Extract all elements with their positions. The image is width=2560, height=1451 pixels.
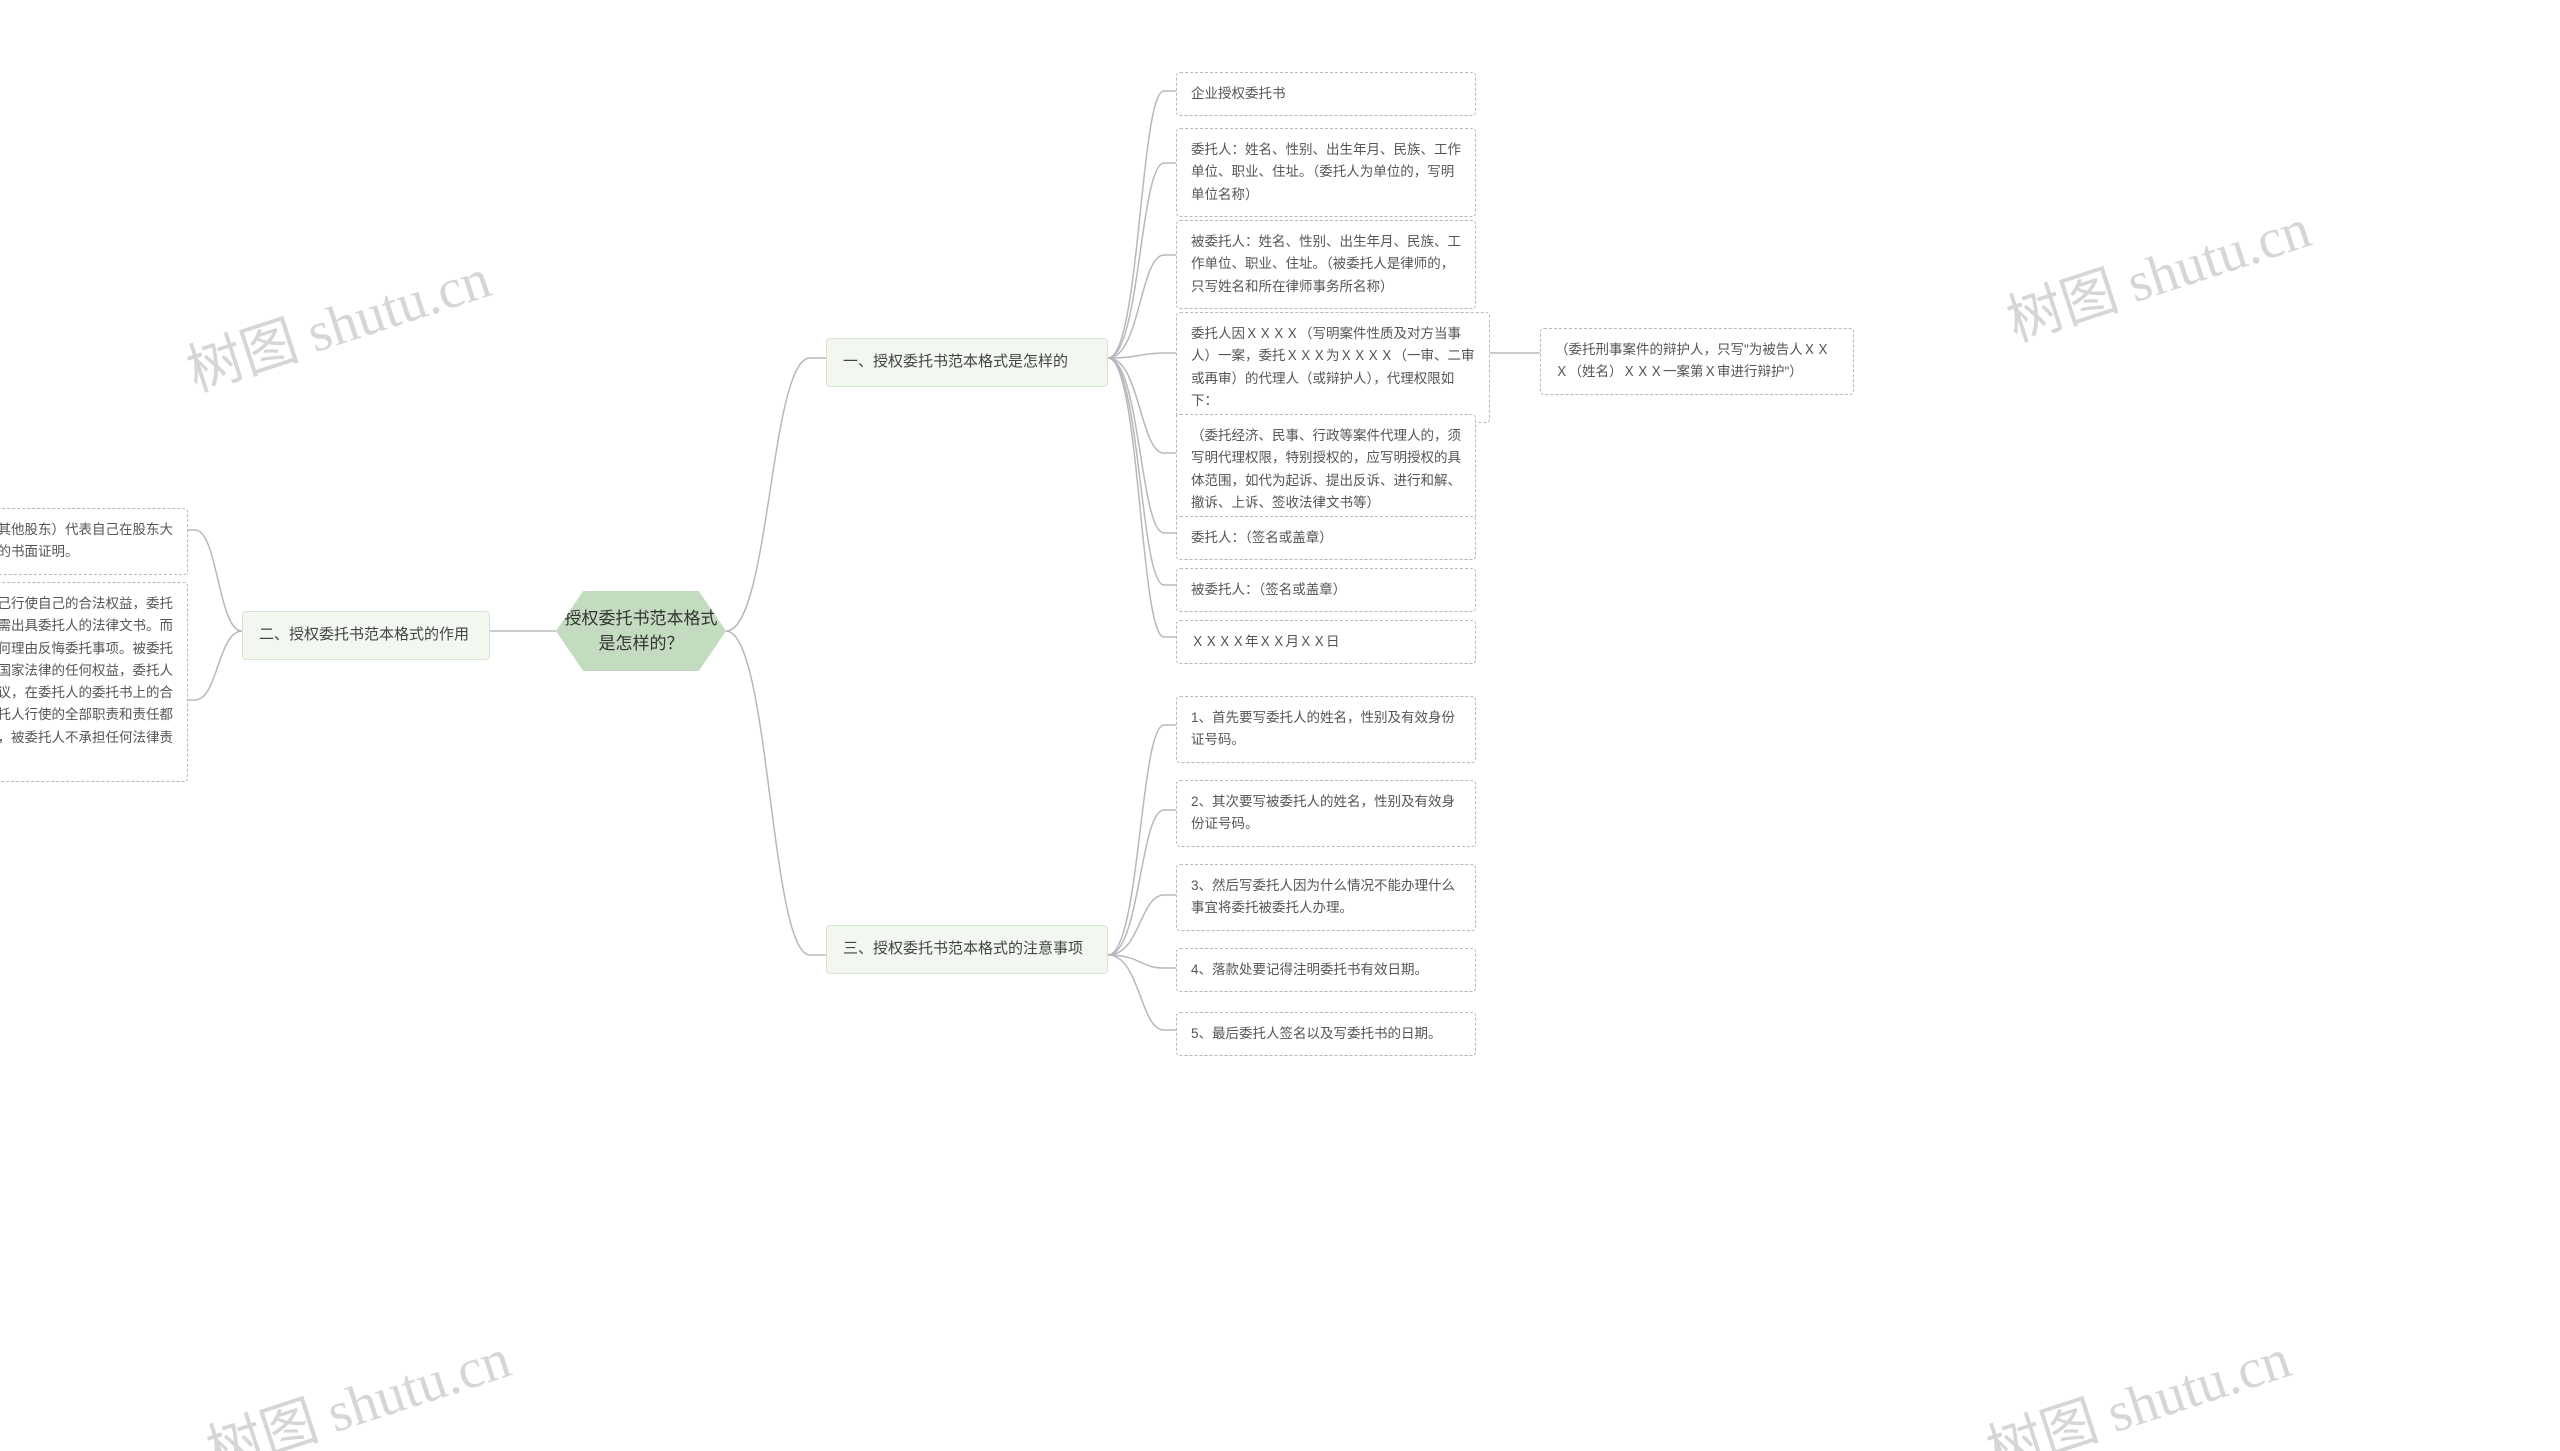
leaf-node[interactable]: 1、首先要写委托人的姓名，性别及有效身份证号码。	[1176, 696, 1476, 763]
watermark: 树图 shutu.cn	[175, 233, 499, 407]
watermark: 树图 shutu.cn	[1975, 1313, 2299, 1451]
leaf-node[interactable]: 股东委托他人（其他股东）代表自己在股东大会上行使投票权的书面证明。	[0, 508, 188, 575]
branch-2-label: 二、授权委托书范本格式的作用	[259, 626, 469, 643]
leaf-node[interactable]: ＸＸＸＸ年ＸＸ月ＸＸ日	[1176, 620, 1476, 664]
leaf-text: 3、然后写委托人因为什么情况不能办理什么事宜将委托被委托人办理。	[1191, 878, 1455, 915]
leaf-text: 1、首先要写委托人的姓名，性别及有效身份证号码。	[1191, 710, 1455, 747]
leaf-text: 2、其次要写被委托人的姓名，性别及有效身份证号码。	[1191, 794, 1455, 831]
leaf-node[interactable]: 委托人：姓名、性别、出生年月、民族、工作单位、职业、住址。（委托人为单位的，写明…	[1176, 128, 1476, 217]
watermark: 树图 shutu.cn	[195, 1313, 519, 1451]
leaf-text: 股东委托他人（其他股东）代表自己在股东大会上行使投票权的书面证明。	[0, 522, 173, 559]
leaf-node[interactable]: 5、最后委托人签名以及写委托书的日期。	[1176, 1012, 1476, 1056]
leaf-text: 被委托人：（签名或盖章）	[1191, 582, 1346, 597]
branch-1-label: 一、授权委托书范本格式是怎样的	[843, 353, 1068, 370]
leaf-text: 4、落款处要记得注明委托书有效日期。	[1191, 962, 1428, 977]
branch-node-1[interactable]: 一、授权委托书范本格式是怎样的	[826, 338, 1108, 387]
branch-node-2[interactable]: 二、授权委托书范本格式的作用	[242, 611, 490, 660]
leaf-node[interactable]: 被委托人：（签名或盖章）	[1176, 568, 1476, 612]
leaf-text: 被委托人：姓名、性别、出生年月、民族、工作单位、职业、住址。（被委托人是律师的，…	[1191, 234, 1461, 294]
root-node[interactable]: 授权委托书范本格式是怎样的？	[556, 591, 726, 671]
leaf-node[interactable]: 委托他人代表自己行使自己的合法权益，委托人在行使权力时需出具委托人的法律文书。而…	[0, 582, 188, 782]
leaf-node[interactable]: （委托经济、民事、行政等案件代理人的，须写明代理权限，特别授权的，应写明授权的具…	[1176, 414, 1476, 525]
leaf-text: 企业授权委托书	[1191, 86, 1286, 101]
leaf-text: （委托刑事案件的辩护人，只写"为被告人ＸＸＸ（姓名）ＸＸＸ一案第Ｘ审进行辩护"）	[1555, 342, 1830, 379]
leaf-text: 5、最后委托人签名以及写委托书的日期。	[1191, 1026, 1442, 1041]
branch-3-label: 三、授权委托书范本格式的注意事项	[843, 940, 1083, 957]
watermark: 树图 shutu.cn	[1995, 183, 2319, 357]
leaf-text: ＸＸＸＸ年ＸＸ月ＸＸ日	[1191, 634, 1340, 649]
leaf-text: （委托经济、民事、行政等案件代理人的，须写明代理权限，特别授权的，应写明授权的具…	[1191, 428, 1461, 510]
leaf-node[interactable]: 被委托人：姓名、性别、出生年月、民族、工作单位、职业、住址。（被委托人是律师的，…	[1176, 220, 1476, 309]
branch-node-3[interactable]: 三、授权委托书范本格式的注意事项	[826, 925, 1108, 974]
leaf-text: 委托他人代表自己行使自己的合法权益，委托人在行使权力时需出具委托人的法律文书。而…	[0, 596, 173, 767]
leaf-node[interactable]: 企业授权委托书	[1176, 72, 1476, 116]
mindmap-canvas: 树图 shutu.cn 树图 shutu.cn 树图 shutu.cn 树图 s…	[0, 0, 2560, 1451]
leaf-node[interactable]: 委托人：（签名或盖章）	[1176, 516, 1476, 560]
root-title: 授权委托书范本格式是怎样的？	[562, 606, 720, 657]
leaf-node[interactable]: 2、其次要写被委托人的姓名，性别及有效身份证号码。	[1176, 780, 1476, 847]
leaf-text: 委托人：（签名或盖章）	[1191, 530, 1333, 545]
leaf-node[interactable]: 委托人因ＸＸＸＸ（写明案件性质及对方当事人）一案，委托ＸＸＸ为ＸＸＸＸ（一审、二…	[1176, 312, 1490, 423]
leaf-text: 委托人：姓名、性别、出生年月、民族、工作单位、职业、住址。（委托人为单位的，写明…	[1191, 142, 1461, 202]
leaf-node[interactable]: 4、落款处要记得注明委托书有效日期。	[1176, 948, 1476, 992]
leaf-node[interactable]: （委托刑事案件的辩护人，只写"为被告人ＸＸＸ（姓名）ＸＸＸ一案第Ｘ审进行辩护"）	[1540, 328, 1854, 395]
leaf-node[interactable]: 3、然后写委托人因为什么情况不能办理什么事宜将委托被委托人办理。	[1176, 864, 1476, 931]
leaf-text: 委托人因ＸＸＸＸ（写明案件性质及对方当事人）一案，委托ＸＸＸ为ＸＸＸＸ（一审、二…	[1191, 326, 1475, 408]
